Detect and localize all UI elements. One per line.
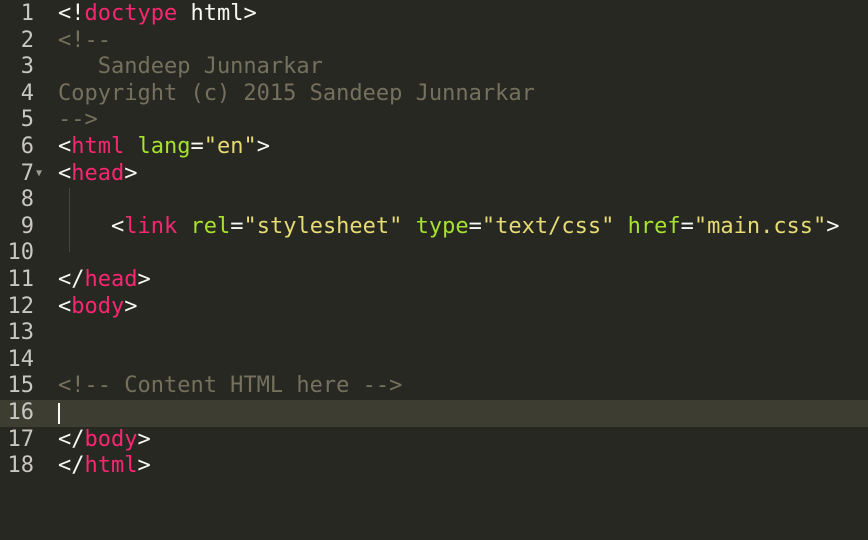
punctuation-token [402, 214, 415, 239]
punctuation-token [124, 134, 137, 159]
line-number: 11 [7, 267, 35, 292]
line-number: 15 [7, 373, 35, 399]
punctuation-token [614, 214, 627, 239]
line-number: 5 [20, 107, 34, 133]
line-number: 13 [7, 320, 35, 346]
code-text: <head> [58, 161, 137, 188]
comment-token: --> [58, 107, 98, 133]
string-token: "main.css" [693, 213, 827, 239]
fold-arrow-icon[interactable]: ▼ [36, 161, 42, 188]
punctuation-token: html> [177, 1, 257, 26]
code-text: </html> [58, 453, 151, 480]
code-line[interactable]: 9 <link rel="stylesheet" type="text/css"… [0, 214, 868, 241]
punctuation-token: < [58, 293, 72, 319]
line-number: 16 [7, 400, 35, 425]
code-text: --> [58, 107, 98, 134]
code-line[interactable]: 2 <!-- [0, 28, 868, 55]
string-token: "text/css" [481, 213, 615, 239]
punctuation-token: < [58, 160, 72, 186]
punctuation-token: = [468, 213, 482, 239]
line-number: 9 [20, 213, 34, 239]
punctuation-token: > [124, 293, 138, 319]
code-line[interactable]: 7 ▼ <head> [0, 161, 868, 188]
attribute-name-token: type [415, 213, 469, 239]
line-number: 17 [7, 426, 35, 452]
code-line[interactable]: 14 [0, 347, 868, 374]
punctuation-token: = [230, 213, 244, 239]
code-line[interactable]: 13 [0, 320, 868, 347]
line-number: 18 [7, 453, 35, 479]
code-text: <!-- [58, 28, 111, 55]
punctuation-token: < [58, 213, 125, 239]
code-text: Copyright (c) 2015 Sandeep Junnarkar [58, 81, 535, 108]
code-text: </body> [58, 427, 151, 454]
punctuation-token: = [680, 213, 694, 239]
line-number: 6 [20, 134, 34, 159]
tag-name-token: doctype [84, 1, 178, 26]
line-number: 2 [20, 27, 34, 53]
code-line[interactable]: 17 </body> [0, 427, 868, 454]
punctuation-token: > [137, 453, 151, 479]
punctuation-token: <! [58, 1, 85, 26]
code-line[interactable]: 15 <!-- Content HTML here --> [0, 373, 868, 400]
code-line[interactable]: 1 <!doctype html> [0, 1, 868, 28]
line-number: 4 [20, 80, 34, 106]
code-text: Sandeep Junnarkar [58, 54, 323, 81]
punctuation-token: < [58, 134, 72, 159]
line-number: 10 [7, 240, 35, 266]
punctuation-token: > [826, 213, 840, 239]
code-line[interactable]: 5 --> [0, 107, 868, 134]
comment-token: Sandeep Junnarkar [58, 54, 323, 80]
code-line[interactable]: 3 Sandeep Junnarkar [0, 54, 868, 81]
code-line[interactable]: 11 </head> [0, 267, 868, 294]
punctuation-token: </ [58, 267, 85, 292]
code-line[interactable]: 12 <body> [0, 294, 868, 321]
comment-token: <!-- [58, 27, 111, 53]
code-line[interactable]: 6 <html lang="en"> [0, 134, 868, 161]
punctuation-token: > [137, 426, 151, 452]
punctuation-token: > [256, 134, 270, 159]
line-number: 1 [20, 1, 34, 26]
comment-token: Copyright (c) 2015 Sandeep Junnarkar [58, 80, 535, 106]
text-cursor [58, 403, 60, 424]
tag-name-token: html [71, 134, 125, 159]
code-line-current[interactable]: 16 [0, 400, 868, 427]
punctuation-token: </ [58, 426, 85, 452]
attribute-name-token: lang [137, 134, 191, 159]
code-text: <body> [58, 294, 137, 321]
comment-token: <!-- Content HTML here --> [58, 373, 403, 399]
line-number: 3 [20, 54, 34, 80]
line-number: 14 [7, 346, 35, 372]
punctuation-token: = [190, 134, 204, 159]
punctuation-token [177, 214, 190, 239]
punctuation-token: > [137, 267, 151, 292]
code-line[interactable]: 10 [0, 240, 868, 267]
code-text: <link rel="stylesheet" type="text/css" h… [58, 214, 840, 241]
code-text: <!doctype html> [58, 1, 257, 28]
attribute-name-token: href [627, 213, 681, 239]
code-line[interactable]: 8 [0, 187, 868, 214]
tag-name-token: html [84, 453, 138, 479]
code-editor[interactable]: 1 <!doctype html> 2 <!-- 3 Sandeep Junnarkar… [0, 0, 868, 540]
punctuation-token: </ [58, 453, 85, 479]
code-text: <!-- Content HTML here --> [58, 373, 402, 400]
tag-name-token: link [124, 213, 178, 239]
tag-name-token: head [84, 267, 138, 292]
string-token: "en" [203, 134, 257, 159]
tag-name-token: head [71, 160, 125, 186]
code-text: <html lang="en"> [58, 134, 270, 161]
code-text: </head> [58, 267, 151, 294]
punctuation-token: > [124, 160, 138, 186]
attribute-name-token: rel [190, 213, 231, 239]
line-number: 8 [20, 187, 34, 213]
code-line[interactable]: 18 </html> [0, 453, 868, 480]
line-number: 7 [20, 160, 34, 186]
tag-name-token: body [84, 426, 138, 452]
string-token: "stylesheet" [243, 213, 403, 239]
code-line[interactable]: 4 Copyright (c) 2015 Sandeep Junnarkar [0, 81, 868, 108]
tag-name-token: body [71, 293, 125, 319]
line-number: 12 [7, 293, 35, 319]
